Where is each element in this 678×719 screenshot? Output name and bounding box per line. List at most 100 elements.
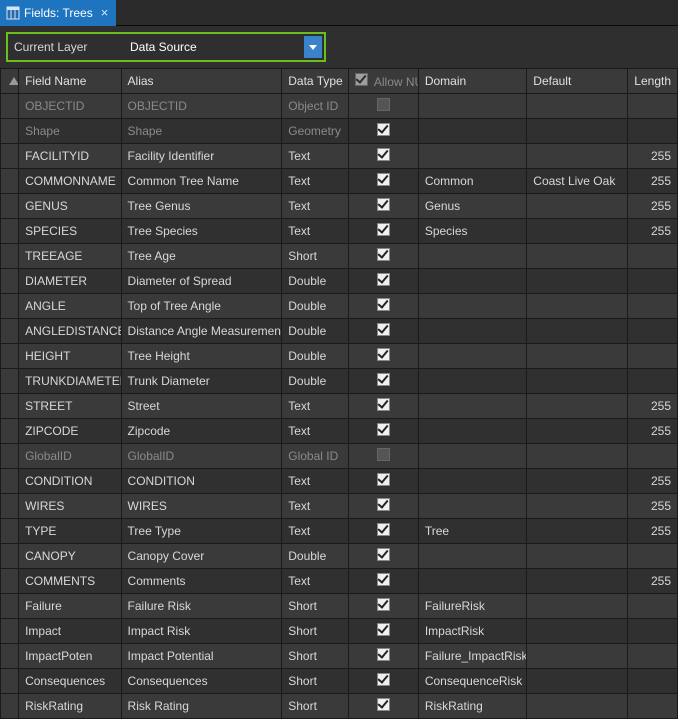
cell-default[interactable]: [527, 269, 627, 294]
table-row[interactable]: CANOPYCanopy CoverDouble: [1, 544, 678, 569]
cell-field-name[interactable]: SPECIES: [19, 219, 121, 244]
cell-default[interactable]: [527, 219, 627, 244]
cell-allow-null[interactable]: [348, 444, 418, 469]
cell-length[interactable]: [627, 694, 677, 719]
cell-allow-null[interactable]: [348, 219, 418, 244]
cell-domain[interactable]: [418, 269, 526, 294]
cell-alias[interactable]: Tree Genus: [121, 194, 282, 219]
cell-length[interactable]: [627, 544, 677, 569]
cell-field-name[interactable]: OBJECTID: [19, 94, 121, 119]
cell-field-name[interactable]: Shape: [19, 119, 121, 144]
cell-data-type[interactable]: Double: [282, 544, 348, 569]
cell-allow-null[interactable]: [348, 419, 418, 444]
cell-default[interactable]: [527, 369, 627, 394]
cell-alias[interactable]: Top of Tree Angle: [121, 294, 282, 319]
col-domain[interactable]: Domain: [418, 69, 526, 94]
cell-allow-null[interactable]: [348, 94, 418, 119]
row-handle-header[interactable]: [1, 69, 19, 94]
cell-alias[interactable]: CONDITION: [121, 469, 282, 494]
cell-allow-null[interactable]: [348, 119, 418, 144]
cell-allow-null[interactable]: [348, 144, 418, 169]
cell-domain[interactable]: [418, 319, 526, 344]
cell-domain[interactable]: [418, 294, 526, 319]
cell-allow-null[interactable]: [348, 319, 418, 344]
cell-field-name[interactable]: CANOPY: [19, 544, 121, 569]
col-allow-null[interactable]: Allow NULL: [348, 69, 418, 94]
cell-field-name[interactable]: TRUNKDIAMETER: [19, 369, 121, 394]
row-handle[interactable]: [1, 344, 19, 369]
cell-data-type[interactable]: Short: [282, 619, 348, 644]
cell-default[interactable]: [527, 144, 627, 169]
cell-data-type[interactable]: Short: [282, 594, 348, 619]
table-row[interactable]: DIAMETERDiameter of SpreadDouble: [1, 269, 678, 294]
cell-length[interactable]: 255: [627, 469, 677, 494]
table-row[interactable]: TREEAGETree AgeShort: [1, 244, 678, 269]
cell-field-name[interactable]: RiskRating: [19, 694, 121, 719]
cell-alias[interactable]: Tree Species: [121, 219, 282, 244]
cell-allow-null[interactable]: [348, 344, 418, 369]
close-icon[interactable]: ×: [101, 5, 109, 20]
cell-length[interactable]: [627, 594, 677, 619]
cell-length[interactable]: [627, 619, 677, 644]
cell-length[interactable]: [627, 344, 677, 369]
cell-domain[interactable]: [418, 119, 526, 144]
col-data-type[interactable]: Data Type: [282, 69, 348, 94]
row-handle[interactable]: [1, 169, 19, 194]
cell-field-name[interactable]: ZIPCODE: [19, 419, 121, 444]
row-handle[interactable]: [1, 644, 19, 669]
cell-allow-null[interactable]: [348, 469, 418, 494]
row-handle[interactable]: [1, 419, 19, 444]
cell-default[interactable]: [527, 619, 627, 644]
cell-domain[interactable]: Genus: [418, 194, 526, 219]
cell-data-type[interactable]: Text: [282, 219, 348, 244]
cell-default[interactable]: Coast Live Oak: [527, 169, 627, 194]
cell-length[interactable]: 255: [627, 144, 677, 169]
cell-default[interactable]: [527, 319, 627, 344]
row-handle[interactable]: [1, 569, 19, 594]
row-handle[interactable]: [1, 619, 19, 644]
fields-grid[interactable]: Field Name Alias Data Type Allow NULL Do…: [0, 68, 678, 719]
cell-default[interactable]: [527, 569, 627, 594]
col-alias[interactable]: Alias: [121, 69, 282, 94]
cell-data-type[interactable]: Text: [282, 169, 348, 194]
cell-length[interactable]: 255: [627, 519, 677, 544]
cell-length[interactable]: [627, 119, 677, 144]
cell-data-type[interactable]: Object ID: [282, 94, 348, 119]
cell-field-name[interactable]: TYPE: [19, 519, 121, 544]
row-handle[interactable]: [1, 119, 19, 144]
cell-data-type[interactable]: Text: [282, 469, 348, 494]
table-row[interactable]: OBJECTIDOBJECTIDObject ID: [1, 94, 678, 119]
cell-field-name[interactable]: Failure: [19, 594, 121, 619]
tab-fields-trees[interactable]: Fields: Trees ×: [0, 0, 116, 26]
cell-field-name[interactable]: COMMONNAME: [19, 169, 121, 194]
cell-allow-null[interactable]: [348, 694, 418, 719]
table-row[interactable]: COMMONNAMECommon Tree NameTextCommonCoas…: [1, 169, 678, 194]
cell-length[interactable]: [627, 644, 677, 669]
cell-allow-null[interactable]: [348, 194, 418, 219]
cell-allow-null[interactable]: [348, 594, 418, 619]
table-row[interactable]: TRUNKDIAMETERTrunk DiameterDouble: [1, 369, 678, 394]
cell-default[interactable]: [527, 519, 627, 544]
table-row[interactable]: GlobalIDGlobalIDGlobal ID: [1, 444, 678, 469]
row-handle[interactable]: [1, 219, 19, 244]
cell-alias[interactable]: Tree Age: [121, 244, 282, 269]
cell-length[interactable]: [627, 444, 677, 469]
cell-data-type[interactable]: Double: [282, 369, 348, 394]
cell-allow-null[interactable]: [348, 244, 418, 269]
cell-allow-null[interactable]: [348, 569, 418, 594]
col-field-name[interactable]: Field Name: [19, 69, 121, 94]
cell-data-type[interactable]: Text: [282, 144, 348, 169]
cell-domain[interactable]: [418, 344, 526, 369]
cell-default[interactable]: [527, 644, 627, 669]
table-row[interactable]: HEIGHTTree HeightDouble: [1, 344, 678, 369]
cell-data-type[interactable]: Double: [282, 319, 348, 344]
cell-allow-null[interactable]: [348, 394, 418, 419]
cell-data-type[interactable]: Double: [282, 269, 348, 294]
cell-length[interactable]: 255: [627, 169, 677, 194]
cell-default[interactable]: [527, 194, 627, 219]
cell-field-name[interactable]: STREET: [19, 394, 121, 419]
cell-default[interactable]: [527, 444, 627, 469]
table-row[interactable]: ShapeShapeGeometry: [1, 119, 678, 144]
cell-domain[interactable]: [418, 494, 526, 519]
row-handle[interactable]: [1, 469, 19, 494]
